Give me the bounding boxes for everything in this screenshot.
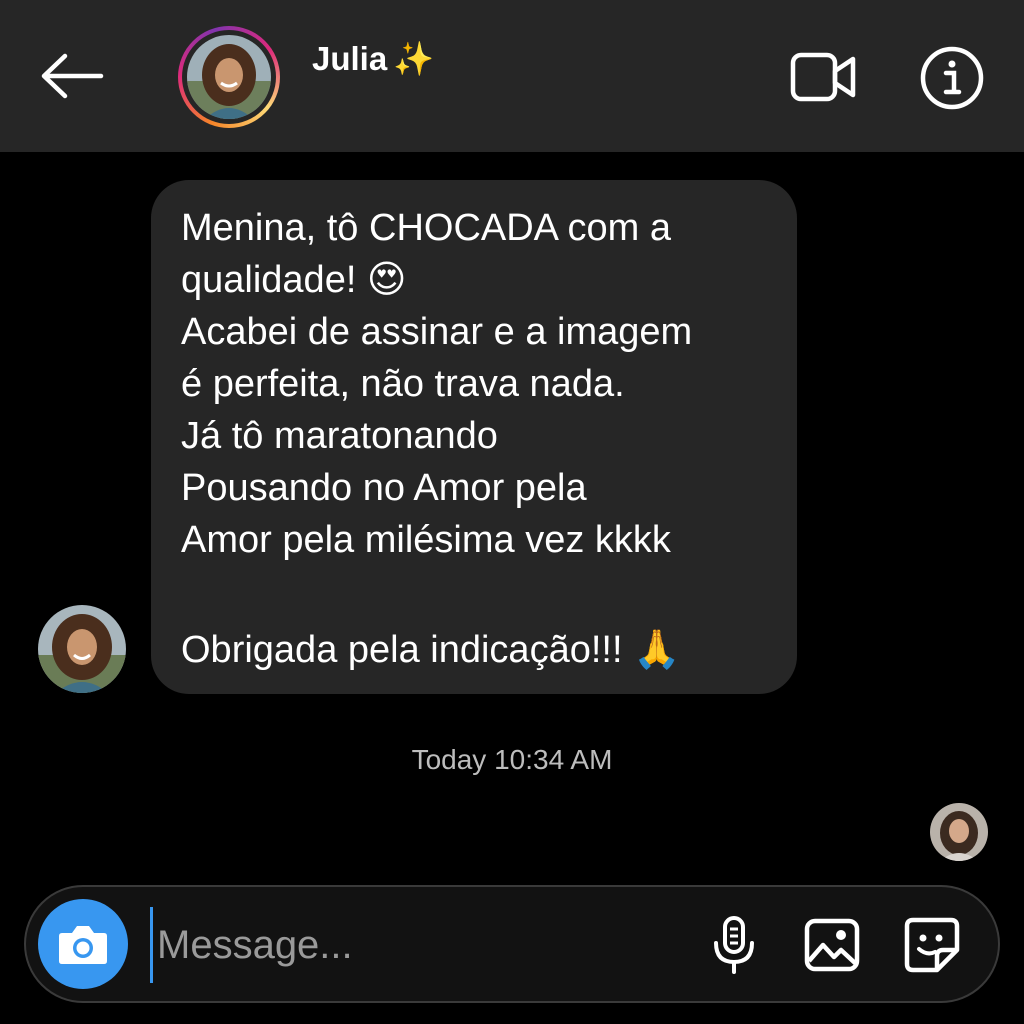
message-line: Acabei de assinar e a imagem (181, 311, 693, 353)
avatar-ring-inner (182, 30, 276, 124)
chat-header: Julia ✨ (0, 0, 1024, 152)
contact-name[interactable]: Julia ✨ (312, 40, 434, 79)
message-line: Amor pela milésima vez kkkk (181, 519, 671, 561)
video-call-button[interactable] (786, 46, 860, 108)
microphone-icon (714, 916, 754, 974)
image-icon (804, 918, 860, 972)
back-button[interactable] (36, 44, 108, 108)
contact-name-text: Julia (312, 40, 388, 77)
seen-indicator-avatar (930, 803, 988, 861)
message-line: Menina, tô CHOCADA com a (181, 207, 671, 249)
sticker-icon (904, 917, 960, 973)
message-input[interactable] (150, 907, 677, 983)
message-line: Já tô maratonando (181, 415, 498, 457)
avatar-photo (187, 35, 271, 119)
sticker-button[interactable] (900, 913, 964, 977)
message-line: qualidade! 😍 (181, 259, 407, 301)
video-camera-icon (790, 52, 856, 102)
message-line: Pousando no Amor pela (181, 467, 587, 509)
sender-avatar-photo (38, 605, 126, 693)
voice-message-button[interactable] (702, 913, 766, 977)
info-button[interactable] (916, 42, 988, 114)
message-timestamp: Today 10:34 AM (411, 744, 613, 775)
sender-avatar[interactable] (38, 605, 126, 693)
message-line: é perfeita, não trava nada. (181, 363, 625, 405)
chat-screen: Julia ✨ Menina, tô CHOCADA com a qualida… (0, 0, 1024, 1024)
gallery-button[interactable] (800, 913, 864, 977)
arrow-left-icon (41, 53, 104, 99)
message-composer (24, 885, 1000, 1003)
sparkles-icon: ✨ (393, 40, 435, 77)
info-icon (920, 46, 984, 110)
camera-icon (59, 926, 107, 964)
camera-button[interactable] (38, 899, 128, 989)
line-spacer (181, 566, 773, 618)
message-bubble[interactable]: Menina, tô CHOCADA com a qualidade! 😍 Ac… (151, 180, 797, 694)
contact-avatar[interactable] (178, 26, 280, 128)
message-closing-line: Obrigada pela indicação!!! 🙏 (181, 629, 681, 671)
seen-avatar-photo (930, 803, 988, 861)
